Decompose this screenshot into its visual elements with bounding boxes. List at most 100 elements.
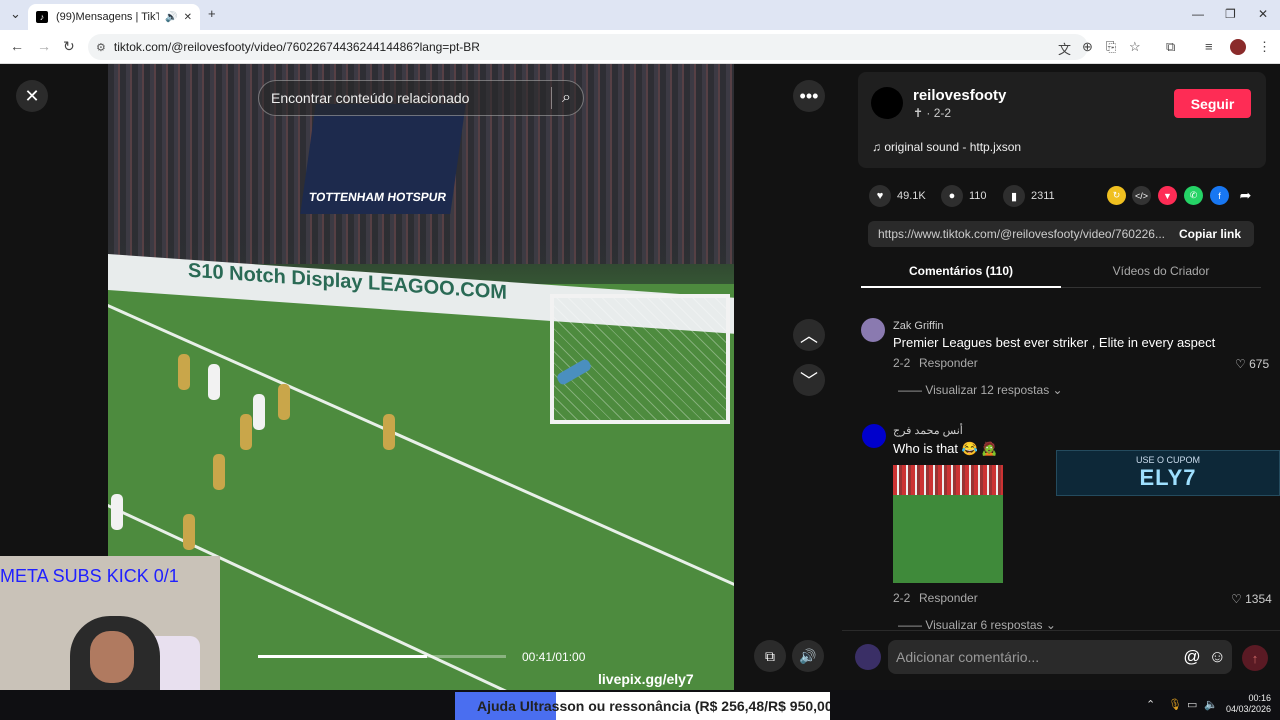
translate-icon[interactable]: 文 [1058,39,1071,58]
comment-icon: ● [941,185,963,207]
mention-icon[interactable]: @ [1183,647,1200,667]
donation-text: Ajuda Ultrasson ou ressonância (R$ 256,4… [477,698,830,714]
speaker-icon[interactable]: 🔊 [165,12,177,23]
reply-button[interactable]: Responder [919,356,978,370]
share-url[interactable]: https://www.tiktok.com/@reilovesfooty/vi… [878,227,1166,241]
player [111,494,123,530]
profile-avatar[interactable] [1230,39,1246,55]
previous-video-button[interactable]: ︿ [793,319,825,351]
video-progress-fill [258,655,427,658]
microphone-icon[interactable]: 🎙 [1168,698,1182,711]
club-crest-banner: TOTTENHAM HOTSPUR [300,104,466,214]
minimize-icon[interactable]: — [1192,7,1204,21]
comment-input[interactable]: Adicionar comentário... @ ☺ [888,640,1232,674]
site-info-icon[interactable]: ⚙ [96,41,106,54]
comment-attached-image[interactable] [893,465,1003,583]
tiktok-favicon-icon: ♪ [36,11,48,23]
comment-count: 110 [969,190,987,202]
view-replies-button[interactable]: —— Visualizar 12 respostas ⌄ [898,383,1063,397]
like-stat[interactable]: ♥ 49.1K [869,185,926,207]
close-video-button[interactable]: ✕ [16,80,48,112]
forward-icon[interactable]: → [37,38,51,54]
player [278,384,290,420]
commenter-name[interactable]: أنس محمد فرج [893,424,963,437]
close-tab-icon[interactable]: ✕ [184,12,192,23]
streamer-head [90,631,134,683]
embed-icon[interactable]: </> [1132,186,1151,205]
search-divider [551,87,553,109]
creator-username[interactable]: reilovesfooty [913,87,1006,104]
cast-icon[interactable]: ⎘ [1106,39,1116,55]
close-icon: ✕ [24,85,40,106]
zoom-icon[interactable]: ⊕ [1082,39,1093,55]
address-bar: ← → ↻ ⚙ tiktok.com/@reilovesfooty/video/… [0,30,1280,64]
url-field[interactable]: ⚙ tiktok.com/@reilovesfooty/video/760226… [88,34,1088,60]
send-icon[interactable]: ▼ [1158,186,1177,205]
speaker-tray-icon[interactable]: 🔈 [1204,698,1218,711]
mini-player-button[interactable]: ⧉ [754,640,786,672]
video-timecode: 00:41/01:00 [522,650,586,664]
emoji-icon[interactable]: ☺ [1209,647,1226,667]
tray-expand-icon[interactable]: ⌃ [1146,698,1155,711]
copy-link-button[interactable]: Copiar link [1166,227,1254,241]
restore-icon[interactable]: ❐ [1225,7,1236,21]
extensions-icon[interactable]: ⧉ [1166,39,1175,55]
related-search-input[interactable]: Encontrar conteúdo relacionado ⌕ [258,80,584,116]
search-icon[interactable]: ⌕ [562,89,571,107]
heart-outline-icon: ♡ [1235,357,1250,371]
comment-like[interactable]: ♡ 1354 [1231,592,1272,606]
mini-player-icon: ⧉ [765,647,775,664]
save-stat[interactable]: ▮ 2311 [1003,185,1055,207]
comment-like-count: 675 [1249,357,1270,371]
more-options-button[interactable]: ••• [793,80,825,112]
player [183,514,195,550]
player [383,414,395,450]
post-comment-button[interactable]: ↑ [1242,645,1268,671]
thumbnail-crowd [893,465,1003,495]
whatsapp-icon[interactable]: ✆ [1184,186,1203,205]
panel-tabs: Comentários (110) Vídeos do Criador [861,256,1261,288]
tab-comments[interactable]: Comentários (110) [861,264,1061,278]
back-icon[interactable]: ← [10,38,24,54]
replies-line: —— [898,383,926,397]
original-sound-link[interactable]: ♫ original sound - http.jxson [872,140,1021,154]
like-count: 49.1K [897,190,926,202]
media-control-icon[interactable]: ≡ [1205,39,1213,54]
system-clock[interactable]: 00:16 04/03/2026 [1225,693,1271,715]
commenter-avatar[interactable] [861,318,885,342]
volume-button[interactable]: 🔊 [792,640,824,672]
browser-menu-icon[interactable]: ⋮ [1258,39,1271,55]
tab-creator-videos[interactable]: Vídeos do Criador [1061,264,1261,278]
player [240,414,252,450]
my-avatar [855,644,881,670]
subs-goal-text: META SUBS KICK 0/1 [0,566,179,586]
chevron-down-icon: ⌄ [1049,383,1063,397]
creator-avatar[interactable] [871,87,903,119]
comment-like[interactable]: ♡ 675 [1235,357,1269,371]
livepix-watermark: livepix.gg/ely7 [598,671,694,687]
commenter-name[interactable]: Zak Griffin [893,320,944,332]
save-count: 2311 [1031,190,1055,202]
player [178,354,190,390]
tab-title: (99)Mensagens | TikTok [56,11,160,23]
new-tab-icon[interactable]: + [208,6,216,21]
coupon-code: ELY7 [1139,465,1197,490]
reload-icon[interactable]: ↻ [63,38,75,55]
commenter-avatar[interactable] [862,424,886,448]
repost-icon[interactable]: ↻ [1107,186,1126,205]
browser-tab[interactable]: ♪ (99)Mensagens | TikTok 🔊 ✕ [28,4,200,30]
follow-button[interactable]: Seguir [1174,89,1251,118]
tab-list-chevron-icon[interactable]: ⌄ [10,6,21,22]
window-close-icon[interactable]: ✕ [1258,7,1268,21]
bookmark-star-icon[interactable]: ☆ [1129,39,1141,55]
reply-button[interactable]: Responder [919,591,978,605]
comment-stat[interactable]: ● 110 [941,185,987,207]
network-icon[interactable]: ▭ [1187,698,1197,711]
video-progress-bar[interactable] [258,655,506,658]
more-share-arrow-icon[interactable]: ➦ [1236,186,1255,205]
goal-net [550,294,730,424]
next-video-button[interactable]: ﹀ [793,364,825,396]
facebook-icon[interactable]: f [1210,186,1229,205]
player [253,394,265,430]
comment-date: 2-2 [893,591,911,605]
